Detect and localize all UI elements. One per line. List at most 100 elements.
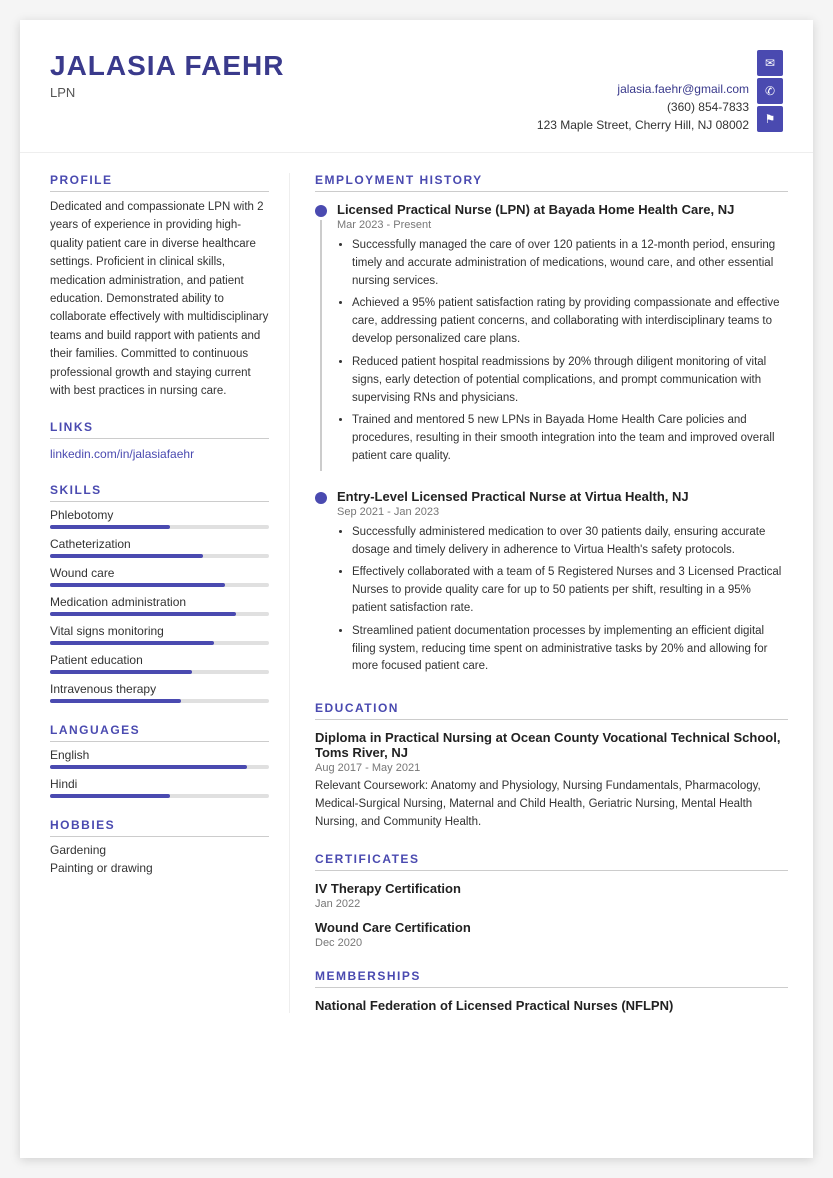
phone-icon: ✆ [757, 78, 783, 104]
skills-section-title: SKILLS [50, 483, 269, 502]
job-date: Mar 2023 - Present [337, 219, 788, 231]
job-date: Sep 2021 - Jan 2023 [337, 506, 788, 518]
skill-label: Medication administration [50, 595, 269, 609]
bullet-item: Trained and mentored 5 new LPNs in Bayad… [352, 412, 788, 465]
job-title: Licensed Practical Nurse (LPN) at Bayada… [337, 202, 788, 217]
skills-list: Phlebotomy Catheterization Wound care Me… [50, 508, 269, 703]
skill-label: Wound care [50, 566, 269, 580]
language-label: English [50, 748, 269, 762]
skill-item: Patient education [50, 653, 269, 674]
languages-section-title: LANGUAGES [50, 723, 269, 742]
email-link[interactable]: jalasia.faehr@gmail.com [617, 82, 749, 96]
education-section-title: EDUCATION [315, 701, 788, 720]
skill-bar-bg [50, 670, 269, 674]
skill-label: Patient education [50, 653, 269, 667]
skill-bar-fill [50, 583, 225, 587]
job-dot [315, 492, 327, 504]
skill-bar-fill [50, 554, 203, 558]
skill-bar-bg [50, 641, 269, 645]
memberships-section-title: MEMBERSHIPS [315, 969, 788, 988]
memberships-list: National Federation of Licensed Practica… [315, 998, 788, 1013]
skill-bar-fill [50, 641, 214, 645]
hobbies-section-title: HOBBIES [50, 818, 269, 837]
edu-school: Diploma in Practical Nursing at Ocean Co… [315, 730, 788, 760]
bullet-item: Successfully administered medication to … [352, 524, 788, 560]
skill-item: Catheterization [50, 537, 269, 558]
linkedin-link[interactable]: linkedin.com/in/jalasiafaehr [50, 447, 194, 461]
job-title: Entry-Level Licensed Practical Nurse at … [337, 489, 788, 504]
right-column: EMPLOYMENT HISTORY Licensed Practical Nu… [290, 173, 813, 1013]
certificates-list: IV Therapy Certification Jan 2022 Wound … [315, 881, 788, 949]
contact-info: jalasia.faehr@gmail.com (360) 854-7833 1… [537, 78, 749, 132]
email-icon: ✉ [757, 50, 783, 76]
language-bar-fill [50, 794, 170, 798]
header-right: jalasia.faehr@gmail.com (360) 854-7833 1… [537, 50, 783, 132]
edu-date: Aug 2017 - May 2021 [315, 762, 788, 774]
languages-list: English Hindi [50, 748, 269, 798]
skill-bar-fill [50, 612, 236, 616]
address-text: 123 Maple Street, Cherry Hill, NJ 08002 [537, 118, 749, 132]
profile-text: Dedicated and compassionate LPN with 2 y… [50, 198, 269, 400]
skill-bar-fill [50, 525, 170, 529]
job-bullets: Successfully administered medication to … [337, 524, 788, 677]
body: PROFILE Dedicated and compassionate LPN … [20, 153, 813, 1033]
skill-bar-bg [50, 554, 269, 558]
candidate-name: JALASIA FAEHR [50, 50, 284, 82]
cert-name: IV Therapy Certification [315, 881, 788, 896]
link-item: linkedin.com/in/jalasiafaehr [50, 445, 269, 463]
job-dot [315, 205, 327, 217]
membership-item: National Federation of Licensed Practica… [315, 998, 788, 1013]
skill-item: Intravenous therapy [50, 682, 269, 703]
employment-section-title: EMPLOYMENT HISTORY [315, 173, 788, 192]
language-item: Hindi [50, 777, 269, 798]
skill-bar-bg [50, 525, 269, 529]
candidate-title: LPN [50, 85, 284, 100]
language-bar-fill [50, 765, 247, 769]
cert-item: Wound Care Certification Dec 2020 [315, 920, 788, 949]
skill-item: Wound care [50, 566, 269, 587]
language-label: Hindi [50, 777, 269, 791]
hobbies-list: GardeningPainting or drawing [50, 843, 269, 875]
bullet-item: Reduced patient hospital readmissions by… [352, 354, 788, 407]
bullet-item: Streamlined patient documentation proces… [352, 623, 788, 676]
job-item: Licensed Practical Nurse (LPN) at Bayada… [315, 202, 788, 471]
cert-item: IV Therapy Certification Jan 2022 [315, 881, 788, 910]
bullet-item: Successfully managed the care of over 12… [352, 237, 788, 290]
cert-name: Wound Care Certification [315, 920, 788, 935]
edu-coursework: Relevant Coursework: Anatomy and Physiol… [315, 778, 788, 831]
links-section-title: LINKS [50, 420, 269, 439]
skill-bar-bg [50, 583, 269, 587]
location-icon: ⚑ [757, 106, 783, 132]
job-line [320, 220, 322, 471]
language-item: English [50, 748, 269, 769]
header: JALASIA FAEHR LPN jalasia.faehr@gmail.co… [20, 20, 813, 153]
skill-bar-bg [50, 612, 269, 616]
skill-item: Phlebotomy [50, 508, 269, 529]
cert-date: Jan 2022 [315, 898, 788, 910]
skill-bar-bg [50, 699, 269, 703]
profile-section-title: PROFILE [50, 173, 269, 192]
resume-container: JALASIA FAEHR LPN jalasia.faehr@gmail.co… [20, 20, 813, 1158]
job-content: Licensed Practical Nurse (LPN) at Bayada… [337, 202, 788, 471]
cert-date: Dec 2020 [315, 937, 788, 949]
job-content: Entry-Level Licensed Practical Nurse at … [337, 489, 788, 682]
certificates-section-title: CERTIFICATES [315, 852, 788, 871]
jobs-list: Licensed Practical Nurse (LPN) at Bayada… [315, 202, 788, 681]
job-dot-col [315, 202, 327, 471]
skill-label: Intravenous therapy [50, 682, 269, 696]
skill-label: Vital signs monitoring [50, 624, 269, 638]
language-bar-bg [50, 765, 269, 769]
skill-label: Catheterization [50, 537, 269, 551]
bullet-item: Effectively collaborated with a team of … [352, 564, 788, 617]
contact-icons: ✉ ✆ ⚑ [757, 50, 783, 132]
phone-text: (360) 854-7833 [537, 100, 749, 114]
job-item: Entry-Level Licensed Practical Nurse at … [315, 489, 788, 682]
header-left: JALASIA FAEHR LPN [50, 50, 284, 100]
skill-label: Phlebotomy [50, 508, 269, 522]
left-column: PROFILE Dedicated and compassionate LPN … [20, 173, 290, 1013]
membership-name: National Federation of Licensed Practica… [315, 998, 788, 1013]
skill-bar-fill [50, 699, 181, 703]
language-bar-bg [50, 794, 269, 798]
job-bullets: Successfully managed the care of over 12… [337, 237, 788, 466]
skill-bar-fill [50, 670, 192, 674]
